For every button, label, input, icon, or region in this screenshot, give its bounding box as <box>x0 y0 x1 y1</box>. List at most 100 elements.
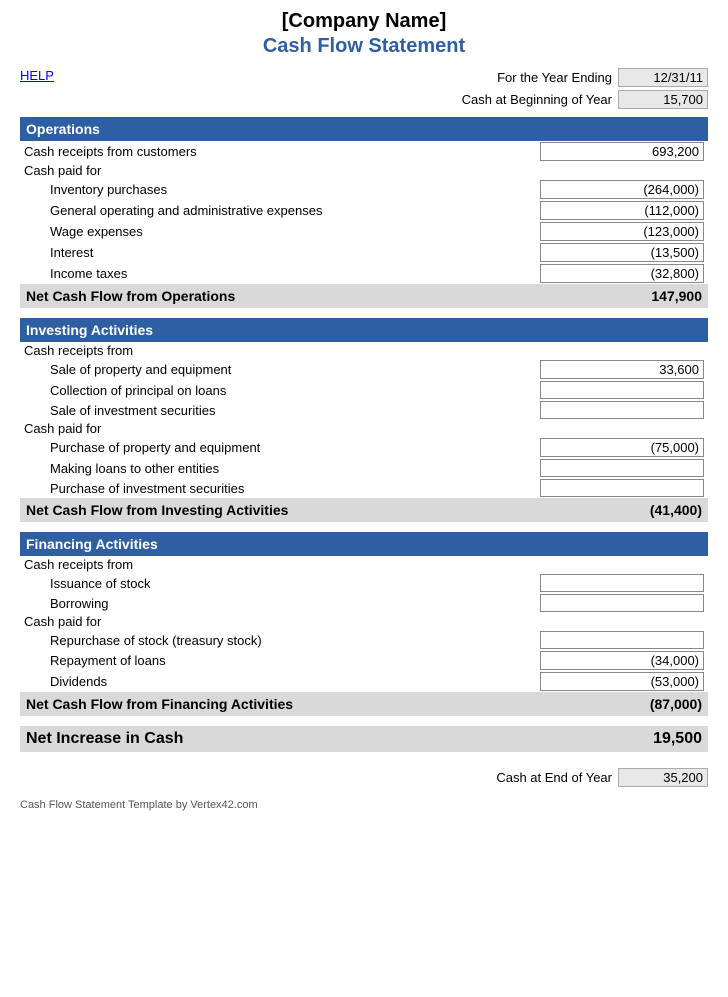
row-value <box>536 593 708 613</box>
table-row: Purchase of property and equipment(75,00… <box>20 437 708 458</box>
financing-net-row: Net Cash Flow from Financing Activities … <box>20 692 708 716</box>
value-box-empty <box>540 459 704 477</box>
row-label: Inventory purchases <box>20 179 536 200</box>
table-row: Cash paid for <box>20 613 708 630</box>
year-ending-value: 12/31/11 <box>618 68 708 87</box>
row-value: (53,000) <box>536 671 708 692</box>
table-row: Collection of principal on loans <box>20 380 708 400</box>
row-value <box>536 613 708 630</box>
operations-net-value: 147,900 <box>536 284 708 308</box>
row-value <box>536 478 708 498</box>
row-label: Cash paid for <box>20 162 536 179</box>
table-row: Cash receipts from <box>20 556 708 573</box>
table-row: Repurchase of stock (treasury stock) <box>20 630 708 650</box>
value-box-empty <box>540 594 704 612</box>
row-label: Wage expenses <box>20 221 536 242</box>
cash-end-value: 35,200 <box>618 768 708 787</box>
year-ending-label: For the Year Ending <box>497 70 612 85</box>
table-row: Wage expenses(123,000) <box>20 221 708 242</box>
row-label: Making loans to other entities <box>20 458 536 478</box>
row-label: Purchase of property and equipment <box>20 437 536 458</box>
value-box: (13,500) <box>540 243 704 262</box>
table-row: Repayment of loans(34,000) <box>20 650 708 671</box>
value-box-empty <box>540 401 704 419</box>
investing-net-row: Net Cash Flow from Investing Activities … <box>20 498 708 522</box>
table-row: Inventory purchases(264,000) <box>20 179 708 200</box>
header-section: HELP For the Year Ending 12/31/11 Cash a… <box>20 68 708 109</box>
cash-end-row: Cash at End of Year 35,200 <box>20 768 708 787</box>
investing-header: Investing Activities <box>20 318 708 342</box>
financing-net-label: Net Cash Flow from Financing Activities <box>20 692 536 716</box>
value-box-empty <box>540 631 704 649</box>
value-box: (34,000) <box>540 651 704 670</box>
row-value <box>536 342 708 359</box>
value-box: (53,000) <box>540 672 704 691</box>
net-increase-label: Net Increase in Cash <box>20 726 536 752</box>
row-label: Interest <box>20 242 536 263</box>
row-value: 33,600 <box>536 359 708 380</box>
row-label: Repayment of loans <box>20 650 536 671</box>
table-row: Cash receipts from customers693,200 <box>20 141 708 162</box>
row-value <box>536 420 708 437</box>
row-label: Borrowing <box>20 593 536 613</box>
row-value: (123,000) <box>536 221 708 242</box>
value-box: (264,000) <box>540 180 704 199</box>
row-label: Income taxes <box>20 263 536 284</box>
row-label: Repurchase of stock (treasury stock) <box>20 630 536 650</box>
table-row: Issuance of stock <box>20 573 708 593</box>
row-label: General operating and administrative exp… <box>20 200 536 221</box>
value-box-empty <box>540 381 704 399</box>
row-label: Cash receipts from <box>20 342 536 359</box>
row-label: Cash paid for <box>20 613 536 630</box>
row-value <box>536 630 708 650</box>
investing-net-label: Net Cash Flow from Investing Activities <box>20 498 536 522</box>
operations-header: Operations <box>20 117 708 141</box>
table-row: Borrowing <box>20 593 708 613</box>
row-label: Cash receipts from customers <box>20 141 536 162</box>
attribution: Cash Flow Statement Template by Vertex42… <box>20 799 708 811</box>
row-value: 693,200 <box>536 141 708 162</box>
row-value <box>536 573 708 593</box>
value-box: (75,000) <box>540 438 704 457</box>
value-box: 33,600 <box>540 360 704 379</box>
row-value: (264,000) <box>536 179 708 200</box>
table-row: Cash paid for <box>20 162 708 179</box>
company-title: [Company Name] <box>20 10 708 33</box>
financing-header: Financing Activities <box>20 532 708 556</box>
net-increase-value: 19,500 <box>536 726 708 752</box>
table-row: Making loans to other entities <box>20 458 708 478</box>
value-box: (112,000) <box>540 201 704 220</box>
table-row: General operating and administrative exp… <box>20 200 708 221</box>
row-value: (32,800) <box>536 263 708 284</box>
row-value <box>536 380 708 400</box>
row-label: Sale of property and equipment <box>20 359 536 380</box>
operations-net-row: Net Cash Flow from Operations 147,900 <box>20 284 708 308</box>
header-right: For the Year Ending 12/31/11 Cash at Beg… <box>462 68 708 109</box>
row-value <box>536 162 708 179</box>
row-label: Cash paid for <box>20 420 536 437</box>
row-value: (34,000) <box>536 650 708 671</box>
value-box-empty <box>540 574 704 592</box>
row-label: Purchase of investment securities <box>20 478 536 498</box>
help-link[interactable]: HELP <box>20 68 54 83</box>
value-box: (123,000) <box>540 222 704 241</box>
table-row: Dividends(53,000) <box>20 671 708 692</box>
table-row: Sale of property and equipment33,600 <box>20 359 708 380</box>
table-row: Purchase of investment securities <box>20 478 708 498</box>
table-row: Interest(13,500) <box>20 242 708 263</box>
row-value: (112,000) <box>536 200 708 221</box>
table-row: Income taxes(32,800) <box>20 263 708 284</box>
cash-beginning-label: Cash at Beginning of Year <box>462 92 612 107</box>
net-increase-row: Net Increase in Cash 19,500 <box>20 726 708 752</box>
investing-net-value: (41,400) <box>536 498 708 522</box>
table-row: Cash paid for <box>20 420 708 437</box>
row-label: Cash receipts from <box>20 556 536 573</box>
table-row: Sale of investment securities <box>20 400 708 420</box>
row-label: Collection of principal on loans <box>20 380 536 400</box>
investing-table: Cash receipts fromSale of property and e… <box>20 342 708 522</box>
financing-net-value: (87,000) <box>536 692 708 716</box>
row-value <box>536 400 708 420</box>
year-ending-row: For the Year Ending 12/31/11 <box>497 68 708 87</box>
net-increase-table: Net Increase in Cash 19,500 <box>20 726 708 752</box>
table-row: Cash receipts from <box>20 342 708 359</box>
